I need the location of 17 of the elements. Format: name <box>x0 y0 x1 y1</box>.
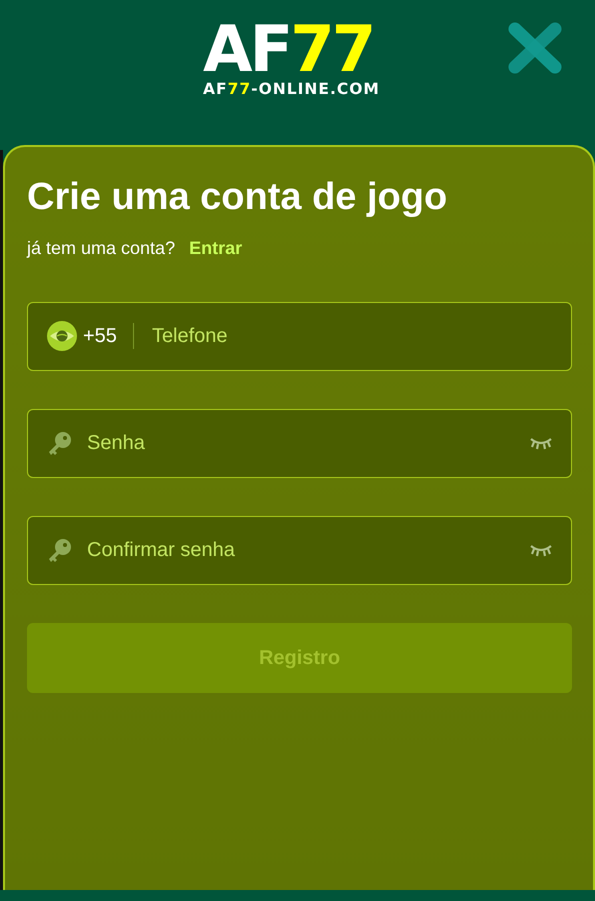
key-icon <box>47 537 73 564</box>
logo-wordmark: AF77 <box>203 22 374 80</box>
country-code[interactable]: +55 <box>83 321 117 352</box>
password-field[interactable]: Senha <box>27 408 572 478</box>
key-icon <box>47 430 73 456</box>
password-input[interactable]: Confirmar senha <box>85 534 529 566</box>
password-field[interactable]: Confirmar senha <box>27 516 572 585</box>
login-prompt: já tem uma conta? <box>27 236 176 260</box>
close-icon[interactable] <box>506 20 564 76</box>
phone-field[interactable]: +55 Telefone <box>27 302 572 371</box>
phone-input[interactable]: Telefone <box>150 320 553 352</box>
closed-eye-icon[interactable] <box>529 436 553 450</box>
form-title: Crie uma conta de jogo <box>27 177 448 219</box>
login-link[interactable]: Entrar <box>189 234 242 262</box>
password-input[interactable]: Senha <box>85 427 529 460</box>
logo-domain: AF77-ONLINE.COM <box>203 82 380 98</box>
closed-eye-icon[interactable] <box>529 543 553 558</box>
